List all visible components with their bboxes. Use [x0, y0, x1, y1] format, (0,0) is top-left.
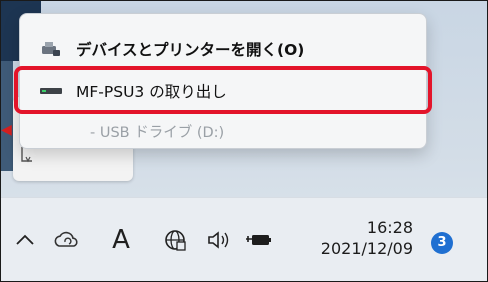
volume-icon[interactable] [205, 226, 233, 254]
taskbar: A 16:28 2021/12/09 3 [1, 197, 487, 281]
desktop-wallpaper-strip [1, 61, 13, 171]
clock-date: 2021/12/09 [320, 239, 413, 258]
screenshot-frame: ◀ デバイスとプリンターを開く(O) MF-PSU3 の取り出し - USB ド… [0, 0, 488, 282]
menu-item-label: デバイスとプリンターを開く(O) [76, 41, 305, 59]
battery-icon[interactable] [245, 226, 273, 254]
notification-count-badge[interactable]: 3 [431, 232, 453, 254]
clock-time: 16:28 [366, 218, 413, 237]
usb-drive-icon [38, 82, 64, 100]
annotation-arrow-icon: ◀ [1, 122, 12, 138]
menu-item-open-devices-printers[interactable]: デバイスとプリンターを開く(O) [20, 32, 426, 66]
ime-mode-indicator[interactable]: A [107, 226, 135, 254]
menu-item-usb-drive-d: - USB ドライブ (D:) [20, 114, 426, 148]
printer-devices-icon [38, 40, 64, 58]
onedrive-icon[interactable] [53, 226, 81, 254]
tray-context-menu: デバイスとプリンターを開く(O) MF-PSU3 の取り出し - USB ドライ… [14, 13, 432, 149]
chevron-up-icon[interactable] [11, 226, 39, 254]
network-icon[interactable] [161, 226, 189, 254]
menu-item-label: MF-PSU3 の取り出し [76, 83, 227, 101]
menu-item-eject-mf-psu3[interactable]: MF-PSU3 の取り出し [20, 74, 426, 108]
menu-item-label: - USB ドライブ (D:) [90, 124, 225, 141]
taskbar-clock[interactable]: 16:28 2021/12/09 [301, 218, 413, 260]
